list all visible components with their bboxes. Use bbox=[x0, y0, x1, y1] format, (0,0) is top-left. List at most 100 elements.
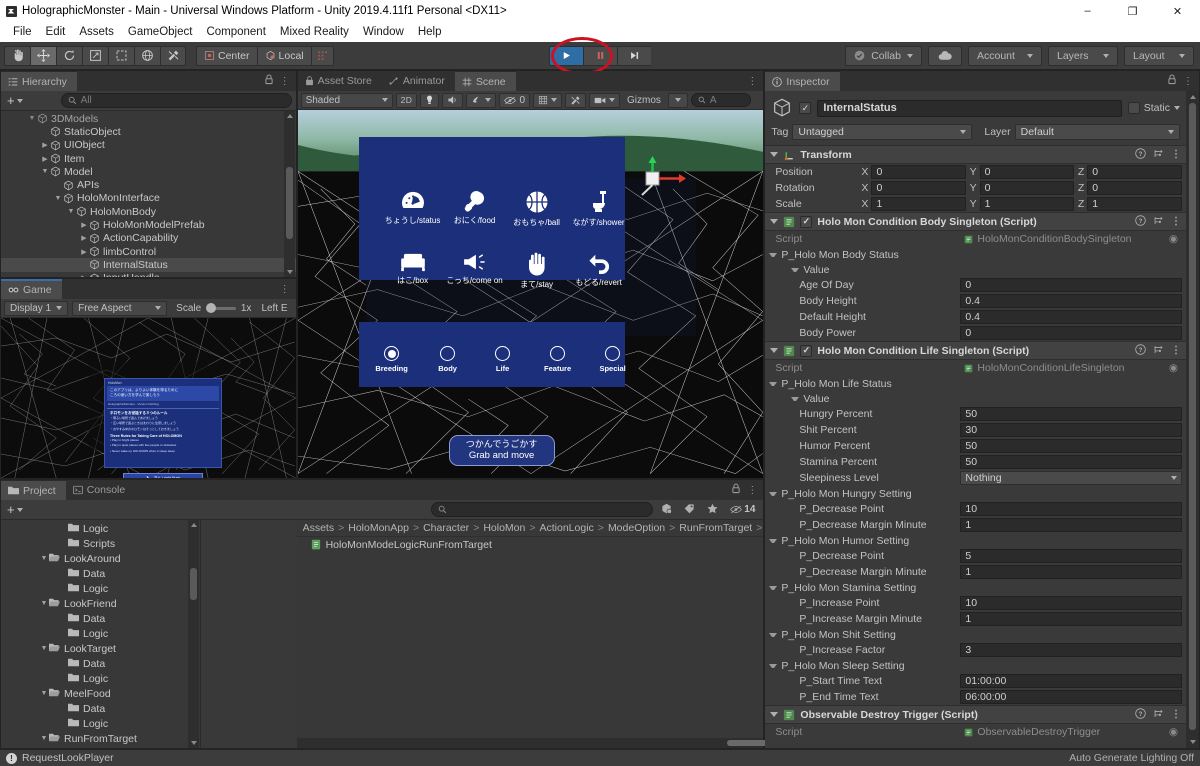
object-picker-icon[interactable]: ◉ bbox=[1169, 726, 1178, 738]
property-value-field[interactable]: 50 bbox=[960, 455, 1183, 469]
tab-asset-store[interactable]: Asset Store bbox=[297, 71, 382, 91]
project-folder-logic[interactable]: Logic bbox=[1, 716, 200, 731]
scroll-down-icon[interactable] bbox=[286, 270, 293, 274]
axis-z-field[interactable]: 1 bbox=[1087, 197, 1183, 211]
hierarchy-tree[interactable]: ▼ 3DModels StaticObject ▶ UIObject ▶ Item ▼ Mode… bbox=[1, 111, 296, 277]
inspector-scrollbar[interactable] bbox=[1186, 91, 1200, 748]
project-search-input[interactable] bbox=[430, 502, 654, 517]
hierarchy-item-limbcontrol[interactable]: ▶ limbControl bbox=[1, 245, 296, 258]
play-button[interactable] bbox=[549, 45, 583, 66]
list-item[interactable]: HoloMonModeLogicRunFromTarget bbox=[297, 537, 764, 552]
panel-menu-icon[interactable]: ⋮ bbox=[1183, 76, 1193, 87]
scene-gizmos-caret[interactable] bbox=[667, 92, 688, 108]
twisty-down-icon[interactable]: ▼ bbox=[27, 115, 37, 122]
hand-tool-icon[interactable] bbox=[4, 45, 30, 66]
hierarchy-item-actioncapability[interactable]: ▶ ActionCapability bbox=[1, 232, 296, 245]
project-folder-scripts[interactable]: Scripts bbox=[1, 536, 200, 551]
twisty-down-icon[interactable] bbox=[770, 219, 779, 224]
help-icon[interactable]: ? bbox=[1135, 214, 1146, 229]
twisty-right-icon[interactable]: ▶ bbox=[40, 141, 50, 149]
twisty-down-icon[interactable] bbox=[791, 396, 800, 401]
panel-menu-icon[interactable]: ⋮ bbox=[280, 284, 290, 295]
hierarchy-item-staticobject[interactable]: StaticObject bbox=[1, 125, 296, 138]
rotate-tool-icon[interactable] bbox=[56, 45, 82, 66]
scene-lighting-toggle[interactable] bbox=[420, 92, 440, 108]
project-folder-classes[interactable]: Classes bbox=[1, 746, 200, 749]
component-header-holo-mon-condition-body-singleton--script-[interactable]: ✓ Holo Mon Condition Body Singleton (Scri… bbox=[765, 212, 1187, 231]
tag-dropdown[interactable]: Untagged bbox=[792, 124, 973, 140]
project-folder-lookaround[interactable]: ▼ LookAround bbox=[1, 551, 200, 566]
axis-x-field[interactable]: 0 bbox=[871, 181, 966, 195]
twisty-right-icon[interactable]: ▶ bbox=[79, 234, 89, 242]
layout-button[interactable]: Layout bbox=[1124, 45, 1194, 66]
collab-button[interactable]: Collab bbox=[845, 45, 922, 66]
hud-button-revert[interactable]: もどる/revert bbox=[568, 252, 630, 288]
hierarchy-item-holomoninterface[interactable]: ▼ HoloMonInterface bbox=[1, 192, 296, 205]
property-value-field[interactable]: 0 bbox=[960, 278, 1183, 292]
scene-camera-dropdown[interactable] bbox=[589, 92, 621, 108]
axis-x-field[interactable]: 1 bbox=[871, 197, 966, 211]
preset-icon[interactable] bbox=[1153, 708, 1164, 722]
close-button[interactable]: ✕ bbox=[1155, 0, 1200, 22]
tab-hierarchy[interactable]: Hierarchy bbox=[1, 71, 77, 91]
panel-menu-icon[interactable]: ⋮ bbox=[280, 76, 290, 87]
component-enabled-checkbox[interactable]: ✓ bbox=[800, 215, 813, 228]
breadcrumb-item-holomonapp[interactable]: HoloMonApp bbox=[348, 522, 409, 534]
project-folder-logic[interactable]: Logic bbox=[1, 521, 200, 536]
breadcrumb-item-actionlogic[interactable]: ActionLogic bbox=[540, 522, 594, 534]
tab-project[interactable]: Project bbox=[1, 480, 66, 500]
custom-tool-icon[interactable] bbox=[160, 45, 186, 66]
scene-visibility-toggle[interactable]: 0 bbox=[499, 92, 531, 108]
hierarchy-item-item[interactable]: ▶ Item bbox=[1, 152, 296, 165]
layer-dropdown[interactable]: Default bbox=[1014, 124, 1181, 140]
hud-grab-pill[interactable]: つかんでうごかす Grab and move bbox=[448, 435, 555, 467]
hierarchy-item-inputhandle[interactable]: ▶ InputHandle bbox=[1, 272, 296, 277]
scroll-up-icon[interactable] bbox=[286, 114, 293, 118]
project-folder-data[interactable]: Data bbox=[1, 566, 200, 581]
breadcrumb-item-assets[interactable]: Assets bbox=[303, 522, 335, 534]
breadcrumb-item-runfromtarget[interactable]: RunFromTarget bbox=[679, 522, 752, 534]
axis-y-field[interactable]: 0 bbox=[979, 165, 1074, 179]
hud-radio-special[interactable]: Special bbox=[585, 346, 641, 373]
component-menu-icon[interactable]: ⋮ bbox=[1171, 216, 1181, 227]
scene-tools-button[interactable] bbox=[565, 92, 587, 108]
twisty-down-icon[interactable] bbox=[769, 252, 778, 257]
twisty-down-icon[interactable] bbox=[770, 152, 779, 157]
twisty-right-icon[interactable]: ▶ bbox=[79, 248, 89, 256]
breadcrumb-item-character[interactable]: Character bbox=[423, 522, 469, 534]
property-value-field[interactable]: 50 bbox=[960, 439, 1183, 453]
scroll-up-icon[interactable] bbox=[1189, 95, 1196, 99]
project-folder-logic[interactable]: Logic bbox=[1, 581, 200, 596]
twisty-down-icon[interactable]: ▼ bbox=[53, 195, 63, 202]
menu-assets[interactable]: Assets bbox=[72, 25, 121, 39]
hidden-assets-count[interactable]: 14 bbox=[726, 504, 759, 515]
project-create-button[interactable]: + bbox=[5, 502, 25, 517]
axis-y-field[interactable]: 1 bbox=[979, 197, 1074, 211]
menu-help[interactable]: Help bbox=[411, 25, 449, 39]
axis-z-field[interactable]: 0 bbox=[1087, 165, 1183, 179]
twisty-down-icon[interactable] bbox=[770, 712, 779, 717]
breadcrumb-item-holomon[interactable]: HoloMon bbox=[483, 522, 525, 534]
hud-radio-body[interactable]: Body bbox=[420, 346, 476, 373]
help-icon[interactable]: ? bbox=[1135, 147, 1146, 162]
property-value-field[interactable]: 1 bbox=[960, 565, 1183, 579]
layers-button[interactable]: Layers bbox=[1048, 45, 1118, 66]
twisty-down-icon[interactable]: ▼ bbox=[39, 555, 49, 562]
twisty-right-icon[interactable]: ▶ bbox=[40, 155, 50, 163]
twisty-down-icon[interactable] bbox=[791, 267, 800, 272]
tab-animator[interactable]: Animator bbox=[381, 71, 455, 91]
account-button[interactable]: Account bbox=[968, 45, 1042, 66]
property-value-field[interactable]: 10 bbox=[960, 596, 1183, 610]
component-menu-icon[interactable]: ⋮ bbox=[1171, 149, 1181, 160]
menu-gameobject[interactable]: GameObject bbox=[121, 25, 200, 39]
project-folder-logic[interactable]: Logic bbox=[1, 626, 200, 641]
project-folder-tree[interactable]: Logic Scripts ▼ LookAround Data Logic ▼ LookFri… bbox=[1, 520, 201, 748]
project-folder-runfromtarget[interactable]: ▼ RunFromTarget bbox=[1, 731, 200, 746]
lock-icon[interactable] bbox=[1167, 74, 1177, 88]
property-value-field[interactable]: 10 bbox=[960, 502, 1183, 516]
twisty-down-icon[interactable] bbox=[769, 538, 778, 543]
property-value-field[interactable]: 0.4 bbox=[960, 310, 1183, 324]
property-value-field[interactable]: 3 bbox=[960, 643, 1183, 657]
twisty-down-icon[interactable]: ▼ bbox=[40, 168, 50, 175]
project-folder-looktarget[interactable]: ▼ LookTarget bbox=[1, 641, 200, 656]
